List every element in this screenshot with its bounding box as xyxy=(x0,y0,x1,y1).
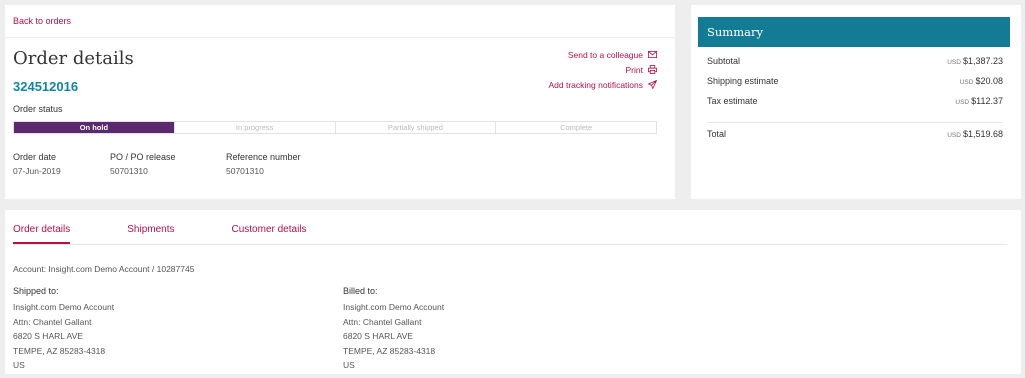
billed-to-address: Billed to: Insight.com Demo Account Attn… xyxy=(343,286,444,375)
add-tracking-label: Add tracking notifications xyxy=(548,79,644,90)
order-date: Order date 07-Jun-2019 xyxy=(13,152,61,176)
add-tracking-notifications-button[interactable]: Add tracking notifications xyxy=(549,77,658,92)
address-line: 6820 S HARL AVE xyxy=(13,331,83,341)
print-label: Print xyxy=(625,64,643,75)
status-step-complete: Complete xyxy=(560,123,593,132)
subtotal-row: Subtotal USD $1,387.23 xyxy=(707,56,1003,66)
order-card: Back to orders Order details 324512016 O… xyxy=(5,5,675,199)
address-line: US xyxy=(343,360,355,370)
total-amount: $1,519.68 xyxy=(962,129,1003,139)
po-release: PO / PO release 50701310 xyxy=(110,152,176,176)
order-date-label: Order date xyxy=(13,152,57,162)
subtotal-amount: $1,387.23 xyxy=(962,56,1003,66)
status-step-partially-shipped: Partially shipped xyxy=(336,122,497,133)
reference-number: Reference number 50701310 xyxy=(226,152,301,176)
order-date-value: 07-Jun-2019 xyxy=(13,166,61,176)
status-step-in-progress: In progress xyxy=(175,122,336,133)
account-info: Account: Insight.com Demo Account / 1028… xyxy=(13,264,195,274)
currency-code: USD xyxy=(947,59,961,66)
address-line: Insight.com Demo Account xyxy=(343,302,445,312)
po-value: 50701310 xyxy=(110,166,148,176)
shipping-label: Shipping estimate xyxy=(707,76,779,86)
shipping-amount: $20.08 xyxy=(975,76,1003,86)
billed-to-title: Billed to: xyxy=(343,286,378,296)
currency-code: USD xyxy=(947,132,961,139)
tax-amount: $112.37 xyxy=(971,96,1003,106)
total-row: Total USD $1,519.68 xyxy=(707,129,1003,139)
details-card: Order details Shipments Customer details… xyxy=(5,210,1021,374)
tax-label: Tax estimate xyxy=(707,96,758,106)
summary-card: Summary Subtotal USD $1,387.23 Shipping e… xyxy=(691,5,1021,199)
send-to-colleague-button[interactable]: Send to a colleague xyxy=(549,47,658,62)
reference-value: 50701310 xyxy=(226,166,264,176)
print-icon xyxy=(648,65,657,74)
details-tabs: Order details Shipments Customer details xyxy=(13,224,364,244)
po-label: PO / PO release xyxy=(110,152,176,162)
page-title: Order details xyxy=(13,48,134,69)
address-line: TEMPE, AZ 85283-4318 xyxy=(343,345,436,356)
order-status-bar: On hold In progress Partially shipped Co… xyxy=(13,121,657,134)
address-line: US xyxy=(13,360,25,370)
subtotal-label: Subtotal xyxy=(707,56,741,66)
currency-code: USD xyxy=(955,99,970,106)
send-icon xyxy=(648,80,657,89)
mail-icon xyxy=(648,50,657,59)
back-to-orders-link[interactable]: Back to orders xyxy=(13,16,71,26)
currency-code: USD xyxy=(959,79,974,86)
order-actions: Send to a colleague Print Add tracking n… xyxy=(549,47,658,92)
total-label: Total xyxy=(707,129,727,139)
send-to-colleague-label: Send to a colleague xyxy=(567,49,643,60)
address-line: Attn: Chantel Gallant xyxy=(13,316,92,327)
tax-row: Tax estimate USD $112.37 xyxy=(707,96,1003,106)
summary-divider xyxy=(707,122,1003,123)
tab-order-details[interactable]: Order details xyxy=(13,224,71,244)
tab-customer-details[interactable]: Customer details xyxy=(232,224,307,244)
print-button[interactable]: Print xyxy=(549,62,658,77)
tab-shipments[interactable]: Shipments xyxy=(127,224,174,244)
address-line: Attn: Chantel Gallant xyxy=(343,316,422,327)
address-line: 6820 S HARL AVE xyxy=(343,331,413,341)
reference-label: Reference number xyxy=(226,152,301,162)
shipping-row: Shipping estimate USD $20.08 xyxy=(707,76,1003,86)
address-line: TEMPE, AZ 85283-4318 xyxy=(13,345,106,356)
order-number: 324512016 xyxy=(13,79,79,94)
divider xyxy=(5,37,675,38)
address-line: Insight.com Demo Account xyxy=(13,302,115,312)
order-status-label: Order status xyxy=(13,104,63,114)
shipped-to-title: Shipped to: xyxy=(13,286,59,296)
tabs-divider xyxy=(13,244,1007,245)
status-step-on-hold: On hold xyxy=(14,122,175,133)
summary-title: Summary xyxy=(698,17,1010,47)
shipped-to-address: Shipped to: Insight.com Demo Account Att… xyxy=(13,286,114,375)
